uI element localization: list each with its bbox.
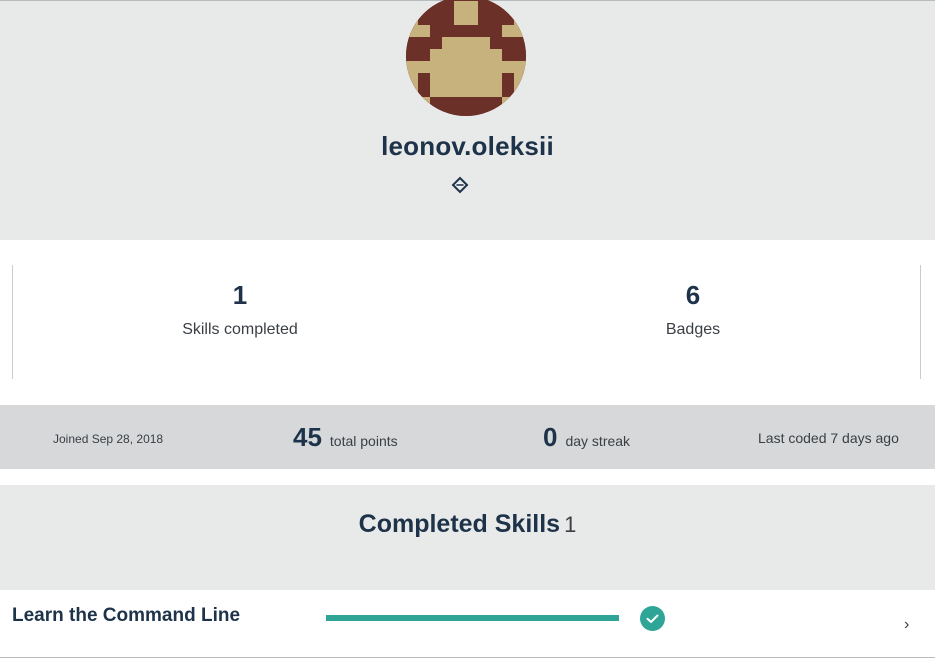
avatar-pixel <box>430 61 442 73</box>
skill-row[interactable]: Learn the Command Line › <box>0 590 935 658</box>
avatar-pixel <box>466 1 478 13</box>
avatar-pixel <box>442 61 454 73</box>
avatar-pixel <box>466 85 478 97</box>
avatar-pixel <box>406 73 418 85</box>
avatar-pixel <box>454 85 466 97</box>
avatar-pixel <box>418 25 430 37</box>
avatar-pixel <box>418 61 430 73</box>
avatar-pixel <box>454 1 466 13</box>
avatar-pixel <box>418 97 430 109</box>
stat-skills-completed: 1 Skills completed <box>90 280 390 339</box>
stat-label: Badges <box>665 321 721 338</box>
avatar-pixel <box>454 13 466 25</box>
stats-divider-left <box>12 265 13 379</box>
avatar-pixel <box>466 37 478 49</box>
avatar-pixel <box>490 61 502 73</box>
section-count: 1 <box>564 512 577 537</box>
total-points: 45 total points <box>293 422 398 453</box>
avatar-pixel <box>442 37 454 49</box>
avatar-pixel <box>478 37 490 49</box>
avatar-pixel <box>466 13 478 25</box>
stat-value: 6 <box>685 280 701 310</box>
avatar-pixel <box>430 73 442 85</box>
skill-progress-bar <box>326 615 619 621</box>
avatar-pixel <box>442 73 454 85</box>
avatar-pixel <box>454 73 466 85</box>
avatar-pixel <box>502 109 514 116</box>
stat-label: Skills completed <box>182 321 298 338</box>
avatar-pixel <box>478 73 490 85</box>
avatar-pixel <box>514 25 526 37</box>
avatar-pixel <box>514 13 526 25</box>
section-title: Completed Skills 1 <box>0 510 935 539</box>
avatar-pixel <box>490 49 502 61</box>
streak-label: day streak <box>565 433 631 449</box>
avatar-pixel <box>478 61 490 73</box>
avatar-pixel <box>514 109 526 116</box>
avatar-pixel <box>466 61 478 73</box>
last-coded: Last coded 7 days ago <box>758 430 899 446</box>
username: leonov.oleksii <box>381 131 554 161</box>
avatar-pixel <box>466 49 478 61</box>
avatar-pixel <box>454 61 466 73</box>
avatar-pixel <box>478 85 490 97</box>
points-label: total points <box>329 433 398 449</box>
stat-value: 1 <box>232 280 248 310</box>
avatar-pixel <box>454 37 466 49</box>
avatar-pixel <box>502 25 514 37</box>
avatar-pixel <box>466 73 478 85</box>
info-bar: Joined Sep 28, 2018 45 total points 0 da… <box>0 405 935 469</box>
avatar-pixel <box>490 73 502 85</box>
avatar-pixel <box>478 49 490 61</box>
stat-badges[interactable]: 6 Badges <box>543 280 843 339</box>
skill-progress-fill <box>326 615 619 621</box>
avatar-pixel <box>430 85 442 97</box>
avatar-pixel <box>514 73 526 85</box>
avatar-pixel <box>514 85 526 97</box>
joined-date: Joined Sep 28, 2018 <box>53 432 164 446</box>
avatar-pixel <box>418 109 430 116</box>
profile-header: leonov.oleksii <box>0 0 935 240</box>
avatar-pixel <box>406 109 418 116</box>
avatar-pixel <box>514 61 526 73</box>
pixel-avatar-icon <box>406 0 526 116</box>
chevron-right-icon[interactable]: › <box>904 617 909 633</box>
share-link-icon[interactable] <box>451 176 469 194</box>
avatar-pixel <box>430 49 442 61</box>
avatar-pixel <box>502 97 514 109</box>
avatar-pixel <box>502 61 514 73</box>
stats-divider-right <box>920 265 921 379</box>
streak-value: 0 <box>543 422 558 452</box>
avatar-pixel <box>454 49 466 61</box>
avatar-pixel <box>406 61 418 73</box>
skill-name: Learn the Command Line <box>12 605 241 626</box>
section-title-text: Completed Skills <box>358 510 561 538</box>
avatar-pixel <box>442 85 454 97</box>
completed-skills-section: Completed Skills 1 <box>0 485 935 590</box>
check-circle-icon <box>640 606 665 631</box>
avatar-pixel <box>406 25 418 37</box>
day-streak: 0 day streak <box>543 422 630 453</box>
avatar-pixel <box>406 13 418 25</box>
avatar-pixel <box>406 85 418 97</box>
avatar-pixel <box>442 49 454 61</box>
avatar-pixel <box>490 85 502 97</box>
points-value: 45 <box>293 422 322 452</box>
